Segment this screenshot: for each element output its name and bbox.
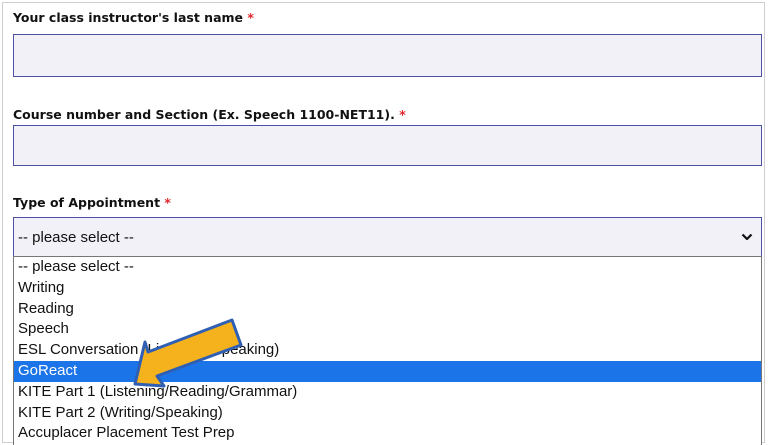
appointment-label: Type of Appointment * (13, 195, 171, 210)
chevron-down-icon (741, 233, 753, 241)
required-marker: * (164, 195, 171, 210)
option-speech[interactable]: Speech (14, 319, 761, 340)
appointment-options-list: -- please select -- Writing Reading Spee… (13, 256, 762, 445)
option-kite-part-1[interactable]: KITE Part 1 (Listening/Reading/Grammar) (14, 382, 761, 403)
option-reading[interactable]: Reading (14, 299, 761, 320)
option-please-select[interactable]: -- please select -- (14, 257, 761, 278)
option-writing[interactable]: Writing (14, 278, 761, 299)
option-kite-part-2[interactable]: KITE Part 2 (Writing/Speaking) (14, 403, 761, 424)
option-goreact[interactable]: GoReact (14, 360, 761, 382)
course-section-field[interactable] (13, 125, 762, 166)
option-accuplacer[interactable]: Accuplacer Placement Test Prep (14, 423, 761, 444)
appointment-type-select[interactable]: -- please select -- (13, 217, 762, 257)
instructor-label: Your class instructor's last name * (13, 10, 254, 25)
required-marker: * (399, 107, 406, 122)
required-marker: * (247, 10, 254, 25)
instructor-lastname-field[interactable] (13, 34, 762, 77)
option-esl-conversation[interactable]: ESL Conversation (Listening/Speaking) (14, 340, 761, 361)
select-value: -- please select -- (18, 229, 134, 246)
course-label: Course number and Section (Ex. Speech 11… (13, 107, 406, 122)
